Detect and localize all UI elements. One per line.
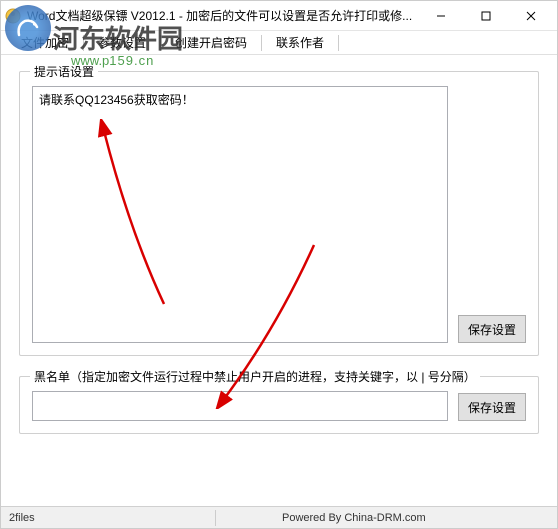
blacklist-input[interactable]	[32, 391, 448, 421]
status-separator	[215, 510, 216, 526]
prompt-save-button[interactable]: 保存设置	[458, 315, 526, 343]
status-left: 2files	[9, 512, 209, 524]
menu-contact-author[interactable]: 联系作者	[264, 31, 336, 54]
watermark-logo	[5, 5, 51, 51]
statusbar: 2files Powered By China-DRM.com	[1, 506, 557, 528]
minimize-button[interactable]	[418, 2, 463, 30]
menu-separator	[338, 35, 339, 51]
content-area: 提示语设置 保存设置 黑名单（指定加密文件运行过程中禁止用户开启的进程，支持关键…	[1, 55, 557, 462]
window-controls	[418, 2, 553, 30]
prompt-fieldset: 提示语设置 保存设置	[19, 71, 539, 356]
blacklist-save-button[interactable]: 保存设置	[458, 393, 526, 421]
maximize-button[interactable]	[463, 2, 508, 30]
menu-separator	[261, 35, 262, 51]
watermark-url: www.p159.cn	[71, 53, 153, 68]
blacklist-legend: 黑名单（指定加密文件运行过程中禁止用户开启的进程，支持关键字，以 | 号分隔）	[30, 368, 480, 385]
prompt-textarea[interactable]	[32, 86, 448, 343]
blacklist-fieldset: 黑名单（指定加密文件运行过程中禁止用户开启的进程，支持关键字，以 | 号分隔） …	[19, 376, 539, 434]
watermark-site-name: 河东软件园	[53, 19, 183, 56]
close-button[interactable]	[508, 2, 553, 30]
status-right: Powered By China-DRM.com	[222, 512, 549, 524]
